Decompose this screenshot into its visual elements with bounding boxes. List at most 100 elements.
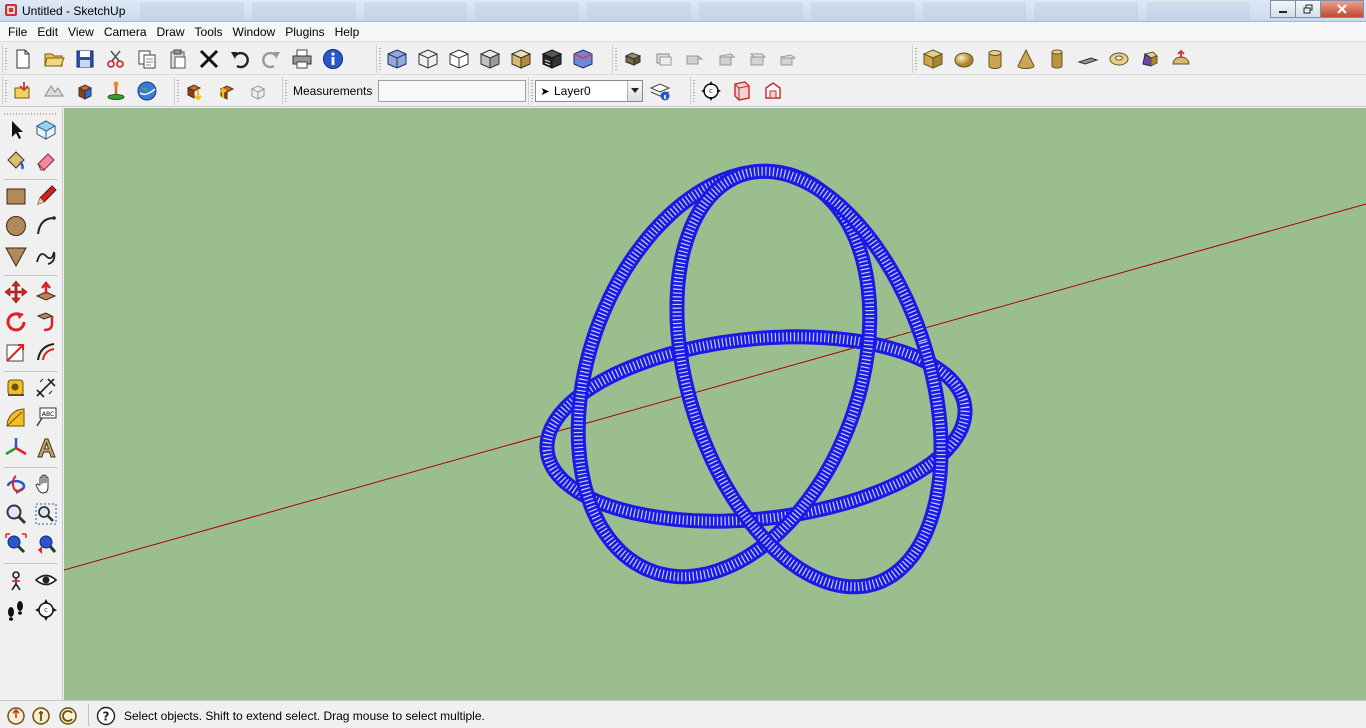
eraser-button[interactable]: [32, 146, 60, 174]
wireframe-button[interactable]: [414, 46, 442, 72]
preview-google-earth-button[interactable]: [133, 78, 161, 104]
menu-file[interactable]: File: [3, 22, 32, 42]
display-section-cuts-button[interactable]: [759, 78, 787, 104]
freehand-tool-button[interactable]: [32, 242, 60, 270]
print-button[interactable]: [288, 46, 316, 72]
section-plane-tool-button[interactable]: [728, 78, 756, 104]
walk-tool-button[interactable]: [2, 596, 30, 624]
axes-tool-button[interactable]: [2, 434, 30, 462]
layer-select[interactable]: ➤ Layer0: [535, 80, 643, 102]
model-info-button[interactable]: [319, 46, 347, 72]
protractor-tool-button[interactable]: [2, 404, 30, 432]
menu-tools[interactable]: Tools: [190, 22, 228, 42]
layer-dropdown-button[interactable]: [627, 81, 642, 101]
get-models-button[interactable]: [181, 78, 209, 104]
ring-sphere-model[interactable]: [539, 163, 973, 595]
zoom-extents-tool-button[interactable]: [2, 530, 30, 558]
helix-button[interactable]: [1136, 46, 1164, 72]
share-model-button[interactable]: [212, 78, 240, 104]
text-tool-button[interactable]: ABC: [32, 404, 60, 432]
follow-me-tool-button[interactable]: [32, 308, 60, 336]
undo-button[interactable]: [226, 46, 254, 72]
walk-compass-tool-button[interactable]: C: [32, 596, 60, 624]
erase-button[interactable]: [195, 46, 223, 72]
new-button[interactable]: [9, 46, 37, 72]
section-plane-button[interactable]: [569, 46, 597, 72]
menu-draw[interactable]: Draw: [152, 22, 190, 42]
box-button[interactable]: [919, 46, 947, 72]
make-component-button[interactable]: [32, 116, 60, 144]
3d-text-tool-button[interactable]: [32, 434, 60, 462]
arrow-select-icon: [12, 121, 23, 139]
shaded-button[interactable]: [476, 46, 504, 72]
geo-location-icon[interactable]: [6, 706, 26, 726]
paint-bucket-button[interactable]: [2, 146, 30, 174]
scale-tool-button[interactable]: [2, 338, 30, 366]
monochrome-button[interactable]: [538, 46, 566, 72]
look-around-tool-button[interactable]: [32, 566, 60, 594]
rectangle-tool-button[interactable]: [2, 182, 30, 210]
zoom-window-tool-button[interactable]: [32, 500, 60, 528]
move-tool-button[interactable]: [2, 278, 30, 306]
toggle-terrain-button[interactable]: [40, 78, 68, 104]
polygon-tool-button[interactable]: [2, 242, 30, 270]
redo-button[interactable]: [257, 46, 285, 72]
cut-button[interactable]: [102, 46, 130, 72]
select-tool-button[interactable]: [2, 116, 30, 144]
open-button[interactable]: [40, 46, 68, 72]
minimize-button[interactable]: [1270, 0, 1296, 18]
iso-view-button[interactable]: [619, 46, 647, 72]
orbit-tool-button[interactable]: [2, 470, 30, 498]
menu-help[interactable]: Help: [330, 22, 365, 42]
cylinder-button[interactable]: [981, 46, 1009, 72]
close-button[interactable]: [1320, 0, 1364, 18]
menu-camera[interactable]: Camera: [99, 22, 152, 42]
restore-button[interactable]: [1295, 0, 1321, 18]
menu-plugins[interactable]: Plugins: [280, 22, 329, 42]
line-tool-button[interactable]: [32, 182, 60, 210]
back-view-button[interactable]: [743, 46, 771, 72]
plane-button[interactable]: [1074, 46, 1102, 72]
circle-tool-button[interactable]: [2, 212, 30, 240]
cone-button[interactable]: [1012, 46, 1040, 72]
arc-tool-button[interactable]: [32, 212, 60, 240]
menu-edit[interactable]: Edit: [32, 22, 63, 42]
pan-tool-button[interactable]: [32, 470, 60, 498]
compass-icon: C: [701, 81, 721, 101]
help-icon[interactable]: ?: [96, 706, 116, 726]
previous-view-tool-button[interactable]: [32, 530, 60, 558]
sphere-button[interactable]: [950, 46, 978, 72]
top-view-button[interactable]: [650, 46, 678, 72]
save-button[interactable]: [71, 46, 99, 72]
copy-button[interactable]: [133, 46, 161, 72]
left-view-button[interactable]: [774, 46, 802, 72]
user-account-icon[interactable]: [58, 706, 78, 726]
menu-view[interactable]: View: [63, 22, 99, 42]
torus-button[interactable]: [1105, 46, 1133, 72]
right-view-button[interactable]: [712, 46, 740, 72]
share-component-button[interactable]: [243, 78, 271, 104]
front-view-button[interactable]: [681, 46, 709, 72]
tape-measure-tool-button[interactable]: [2, 374, 30, 402]
hidden-line-button[interactable]: [445, 46, 473, 72]
credits-icon[interactable]: [31, 706, 51, 726]
position-camera-button[interactable]: C: [697, 78, 725, 104]
tube-button[interactable]: [1043, 46, 1071, 72]
add-location-button[interactable]: [102, 78, 130, 104]
paste-button[interactable]: [164, 46, 192, 72]
measurements-input[interactable]: [378, 80, 527, 102]
dome-button[interactable]: [1167, 46, 1195, 72]
zoom-tool-button[interactable]: [2, 500, 30, 528]
push-pull-tool-button[interactable]: [32, 278, 60, 306]
dimension-tool-button[interactable]: [32, 374, 60, 402]
get-current-view-button[interactable]: [9, 78, 37, 104]
rotate-tool-button[interactable]: [2, 308, 30, 336]
menu-window[interactable]: Window: [228, 22, 281, 42]
position-camera-tool-button[interactable]: [2, 566, 30, 594]
xray-button[interactable]: [383, 46, 411, 72]
shaded-textures-button[interactable]: [507, 46, 535, 72]
drawing-viewport[interactable]: [64, 108, 1366, 700]
offset-tool-button[interactable]: [32, 338, 60, 366]
place-model-button[interactable]: [71, 78, 99, 104]
layer-manager-button[interactable]: [646, 78, 674, 104]
